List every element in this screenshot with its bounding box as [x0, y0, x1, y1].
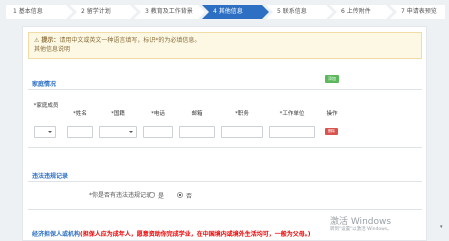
- tip-box: ⚠ 提示：请用中文或英文一种语言填写，标识*的为必填信息。 其他信息说明: [28, 32, 422, 59]
- step-arrow: [130, 5, 137, 19]
- step-arrow: [198, 5, 205, 19]
- step-label: 其他信息: [218, 8, 243, 15]
- step-number: 7: [401, 8, 405, 15]
- family-section-title: 家庭情况: [32, 81, 57, 88]
- step-label: 联系信息: [282, 8, 307, 15]
- step-upload[interactable]: 6 上传附件: [330, 5, 393, 19]
- violation-section-title: 违法违规记录: [32, 173, 69, 180]
- step-other-info[interactable]: 4 其他信息: [202, 5, 269, 19]
- violation-yes-label: 是: [158, 193, 165, 200]
- step-number: 6: [341, 8, 345, 15]
- tip-prefix: 提示：: [41, 37, 60, 44]
- step-number: 3: [145, 8, 149, 15]
- divider: [28, 147, 422, 148]
- chevron-down-icon: [48, 131, 52, 133]
- guarantor-title: 经济担保人或机构: [32, 231, 81, 238]
- windows-activation-watermark: 激活 Windows 转到"设置"以激活 Windows。: [330, 217, 392, 233]
- step-basic-info[interactable]: 1 基本信息: [6, 5, 73, 19]
- step-arrow: [386, 5, 393, 19]
- phone-input[interactable]: [143, 126, 173, 138]
- position-input[interactable]: [221, 126, 263, 138]
- step-preview[interactable]: 7 申请表预览: [390, 5, 445, 19]
- col-header-email: 邮箱: [191, 111, 203, 117]
- col-header-actions: 操作: [326, 111, 338, 117]
- employer-input[interactable]: [269, 126, 315, 138]
- divider: [28, 209, 422, 210]
- violation-yes-radio[interactable]: [149, 192, 155, 198]
- col-header-employer: *工作单位: [279, 111, 305, 117]
- col-header-position: *职务: [235, 111, 249, 117]
- tip-line-1: ⚠ 提示：请用中文或英文一种语言填写，标识*的为必填信息。: [34, 36, 416, 45]
- chevron-down-icon: [129, 131, 133, 133]
- col-header-family-member: *家庭成员: [33, 103, 59, 109]
- step-label: 教育及工作背景: [150, 8, 193, 15]
- step-contact-info[interactable]: 5 联系信息: [266, 5, 333, 19]
- step-arrow: [262, 5, 269, 19]
- email-input[interactable]: [179, 126, 215, 138]
- step-number: 2: [81, 8, 85, 15]
- step-label: 申请表预览: [406, 8, 437, 15]
- delete-family-button[interactable]: 删除: [325, 128, 338, 135]
- add-family-button[interactable]: 添加: [325, 75, 339, 83]
- step-number: 1: [13, 8, 17, 15]
- guarantor-note: (担保人应为成年人，愿意资助你完成学业，在中国境内或境外生活均可，一般为父母。): [80, 231, 311, 238]
- divider: [28, 89, 422, 90]
- watermark-line-2: 转到"设置"以激活 Windows。: [330, 227, 392, 232]
- step-number: 5: [277, 8, 281, 15]
- step-education-work[interactable]: 3 教育及工作背景: [134, 5, 205, 19]
- family-member-select[interactable]: [34, 126, 56, 138]
- chevron-down-icon[interactable]: ▾: [440, 224, 445, 232]
- form-panel: ⚠ 提示：请用中文或英文一种语言填写，标识*的为必填信息。 其他信息说明 家庭情…: [22, 26, 427, 241]
- tip-line-2: 其他信息说明: [34, 46, 71, 53]
- col-header-name: *姓名: [73, 111, 87, 117]
- col-header-nationality: *国籍: [111, 111, 125, 117]
- tip-text: 请用中文或英文一种语言填写，标识*的为必填信息。: [59, 37, 201, 44]
- step-label: 上传附件: [346, 8, 371, 15]
- col-header-phone: *电话: [151, 111, 165, 117]
- wizard-steps: 1 基本信息 2 留学计划 3 教育及工作背景 4 其他信息 5 联系信息 6 …: [0, 0, 449, 22]
- step-study-plan[interactable]: 2 留学计划: [70, 5, 137, 19]
- step-label: 留学计划: [86, 8, 111, 15]
- nationality-select[interactable]: [99, 126, 137, 138]
- watermark-line-1: 激活 Windows: [330, 217, 392, 227]
- violation-no-label: 否: [186, 193, 193, 200]
- violation-question: *你是否有违法违规记录?: [89, 192, 156, 199]
- divider: [28, 181, 422, 182]
- step-arrow: [66, 5, 73, 19]
- warning-icon: ⚠: [34, 37, 40, 44]
- step-number: 4: [213, 8, 217, 15]
- name-input[interactable]: [67, 126, 93, 138]
- step-arrow: [326, 5, 333, 19]
- violation-no-radio[interactable]: [177, 192, 183, 198]
- step-label: 基本信息: [18, 8, 43, 15]
- guarantor-section-title: 经济担保人或机构(担保人应为成年人，愿意资助你完成学业，在中国境内或境外生活均可…: [32, 229, 311, 238]
